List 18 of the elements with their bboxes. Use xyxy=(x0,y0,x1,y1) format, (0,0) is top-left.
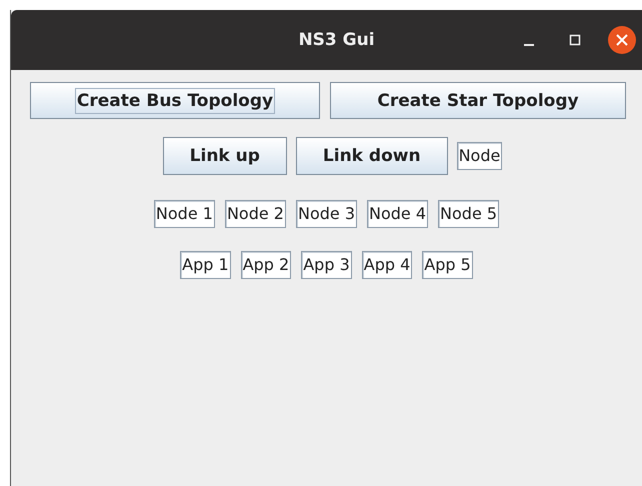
text-field[interactable]: Node xyxy=(456,142,502,170)
node-field[interactable]: Node 2 xyxy=(224,200,286,228)
topology-button[interactable]: Create Star Topology xyxy=(330,82,626,119)
close-icon[interactable] xyxy=(608,26,636,54)
node-field[interactable]: Node 3 xyxy=(296,200,358,228)
app-field[interactable]: App 4 xyxy=(362,251,412,279)
link-button[interactable]: Link up xyxy=(162,137,287,175)
app-field[interactable]: App 1 xyxy=(180,251,231,279)
maximize-icon[interactable] xyxy=(568,33,582,47)
app-field[interactable]: App 3 xyxy=(301,251,352,279)
link-button[interactable]: Link down xyxy=(296,137,448,175)
app-field[interactable]: App 2 xyxy=(240,251,292,279)
topology-button[interactable]: Create Bus Topology xyxy=(30,82,320,119)
node-field[interactable]: Node 5 xyxy=(438,200,500,228)
window-title: NS3 Gui xyxy=(298,30,375,50)
app-field[interactable]: App 5 xyxy=(422,251,473,279)
node-field[interactable]: Node 4 xyxy=(367,200,428,228)
node-field[interactable]: Node 1 xyxy=(154,200,215,228)
